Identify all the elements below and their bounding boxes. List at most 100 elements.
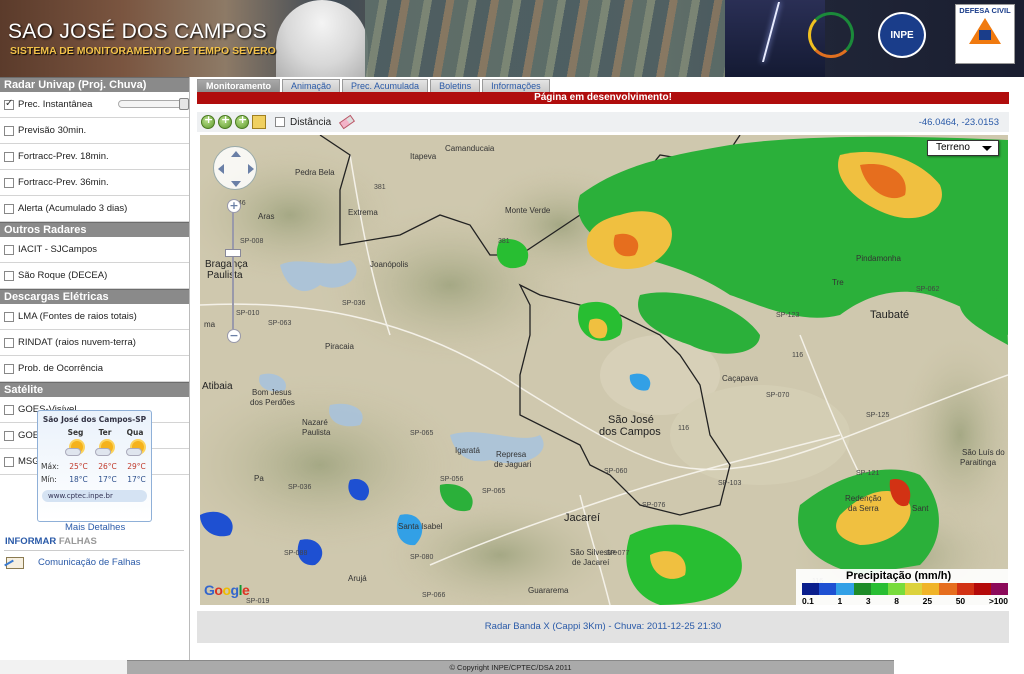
univap-logo[interactable] [808,12,854,58]
zoom-slider[interactable]: + − [225,199,241,343]
tab-bar: Monitoramento Animação Prec. Acumulada Bole… [197,79,550,93]
layer-label: Prob. de Ocorrência [18,363,104,374]
layer-checkbox[interactable] [4,404,14,415]
layer-toggle-row[interactable]: São Roque (DECEA) [0,263,189,289]
inform-failures-heading: INFORMAR FALHAS [5,536,97,547]
tab-monitoramento[interactable]: Monitoramento [197,79,280,93]
road-label: SP-076 [642,502,665,509]
min-temp: 18°C [69,475,88,484]
layer-toggle-row[interactable]: Prob. de Ocorrência [0,356,189,382]
tab-boletins[interactable]: Boletins [430,79,481,93]
opacity-slider-knob[interactable] [179,98,189,110]
road-label: 116 [792,352,803,359]
road-label: SP-062 [916,286,939,293]
tab-informa-es[interactable]: Informações [482,79,550,93]
layer-checkbox[interactable] [4,98,14,110]
layer-checkbox[interactable] [4,270,14,281]
distance-checkbox[interactable] [275,117,285,127]
pan-down-icon[interactable] [231,181,241,187]
place-label: Aras [258,212,274,221]
place-label: Represa [496,450,527,459]
pan-up-icon[interactable] [231,151,241,157]
tab-anima-o[interactable]: Animação [282,79,341,93]
layer-toggle-row[interactable]: Prec. Instantânea [0,92,189,118]
layer-checkbox[interactable] [4,363,14,374]
tab-prec-acumulada[interactable]: Prec. Acumulada [342,79,429,93]
pan-right-icon[interactable] [248,164,254,174]
zoom-in-button[interactable]: + [227,199,241,213]
place-label: Caçapava [722,374,759,383]
layer-toggle-row[interactable]: RINDAT (raios nuvem-terra) [0,330,189,356]
layer-label: Alerta (Acumulado 3 dias) [18,203,128,214]
site-subtitle: SISTEMA DE MONITORAMENTO DE TEMPO SEVERO [10,45,276,57]
envelope-pencil-icon [4,555,26,569]
cptec-url[interactable]: www.cptec.inpe.br [42,490,147,502]
map-type-select[interactable]: Terreno [927,140,999,156]
layer-toggle-row[interactable]: IACIT - SJCampos [0,237,189,263]
place-label: da Serra [848,504,879,513]
inform-label-b: FALHAS [58,536,97,547]
layer-checkbox[interactable] [4,203,14,214]
legend-swatch [922,583,940,595]
place-label: Pa [254,474,264,483]
layer-checkbox[interactable] [4,151,14,162]
map-canvas[interactable]: Camanducaia Itapeva Pedra Bela Extrema M… [200,135,1008,605]
place-label: Joanópolis [370,260,408,269]
place-label: Paulista [302,428,331,437]
inpe-logo[interactable]: INPE [878,12,926,58]
road-label: 116 [678,425,689,432]
zoom-out-button[interactable]: − [227,329,241,343]
sidebar-section-title: Satélite [0,382,189,397]
layer-toggle-row[interactable]: Previsão 30min. [0,118,189,144]
zoom-in-tool-icon[interactable] [201,113,215,129]
report-failure-link[interactable]: Comunicação de Falhas [4,555,140,569]
more-details-link[interactable]: Mais Detalhes [65,522,125,533]
road-label: SP-036 [288,484,311,491]
zoom-track[interactable] [232,211,234,329]
layer-label: RINDAT (raios nuvem-terra) [18,337,136,348]
radar-map[interactable]: Camanducaia Itapeva Pedra Bela Extrema M… [200,135,1008,605]
defesa-civil-logo[interactable]: DEFESA CIVIL [955,4,1015,64]
legend-title: Precipitação (mm/h) [846,570,952,582]
place-label: de Jacareí [572,558,610,567]
road-label: 381 [374,184,386,191]
zoom-thumb[interactable] [225,249,241,257]
google-logo[interactable]: Google [204,582,250,598]
road-label: SP-010 [236,310,259,317]
layer-checkbox[interactable] [4,311,14,322]
radar-dome-photo [276,0,368,77]
legend-swatch [802,583,820,595]
road-label: SP-080 [410,554,433,561]
legend-swatch [836,583,854,595]
layer-checkbox[interactable] [4,244,14,255]
layer-toggle-row[interactable]: Fortracc-Prev. 36min. [0,170,189,196]
map-layer-tool-icon[interactable] [252,115,266,129]
pan-left-icon[interactable] [218,164,224,174]
place-label: Pindamonha [856,254,901,263]
road-label: 381 [498,238,510,245]
layer-checkbox[interactable] [4,456,14,467]
zoom-extent-tool-icon[interactable] [235,113,249,129]
zoom-out-tool-icon[interactable] [218,113,232,129]
layer-checkbox[interactable] [4,125,14,136]
site-header: SAO JOSÉ DOS CAMPOS SISTEMA DE MONITORAM… [0,0,1024,77]
road-label: SP-008 [240,238,263,245]
layer-checkbox[interactable] [4,430,14,441]
layer-toggle-row[interactable]: Alerta (Acumulado 3 dias) [0,196,189,222]
layer-checkbox[interactable] [4,337,14,348]
eraser-icon[interactable] [339,114,356,130]
precipitation-legend: Precipitação (mm/h) 0.1 1 3 8 25 50 >100 [796,569,1008,605]
pan-control[interactable] [213,146,257,190]
road-label: SP-036 [342,300,365,307]
layer-toggle-row[interactable]: Fortracc-Prev. 18min. [0,144,189,170]
opacity-slider[interactable] [118,98,189,110]
legend-tick-label: 0.1 [802,596,814,605]
legend-swatch [990,583,1008,595]
place-label: de Jaguari [494,460,532,469]
layer-checkbox[interactable] [4,177,14,188]
layer-toggle-row[interactable]: LMA (Fontes de raios totais) [0,304,189,330]
report-failure-label: Comunicação de Falhas [38,556,141,568]
place-label: São Luís do [962,448,1005,457]
weather-widget[interactable]: São José dos Campos-SP Seg Ter Qua Máx: … [37,410,152,522]
road-label: SP-103 [718,480,741,487]
